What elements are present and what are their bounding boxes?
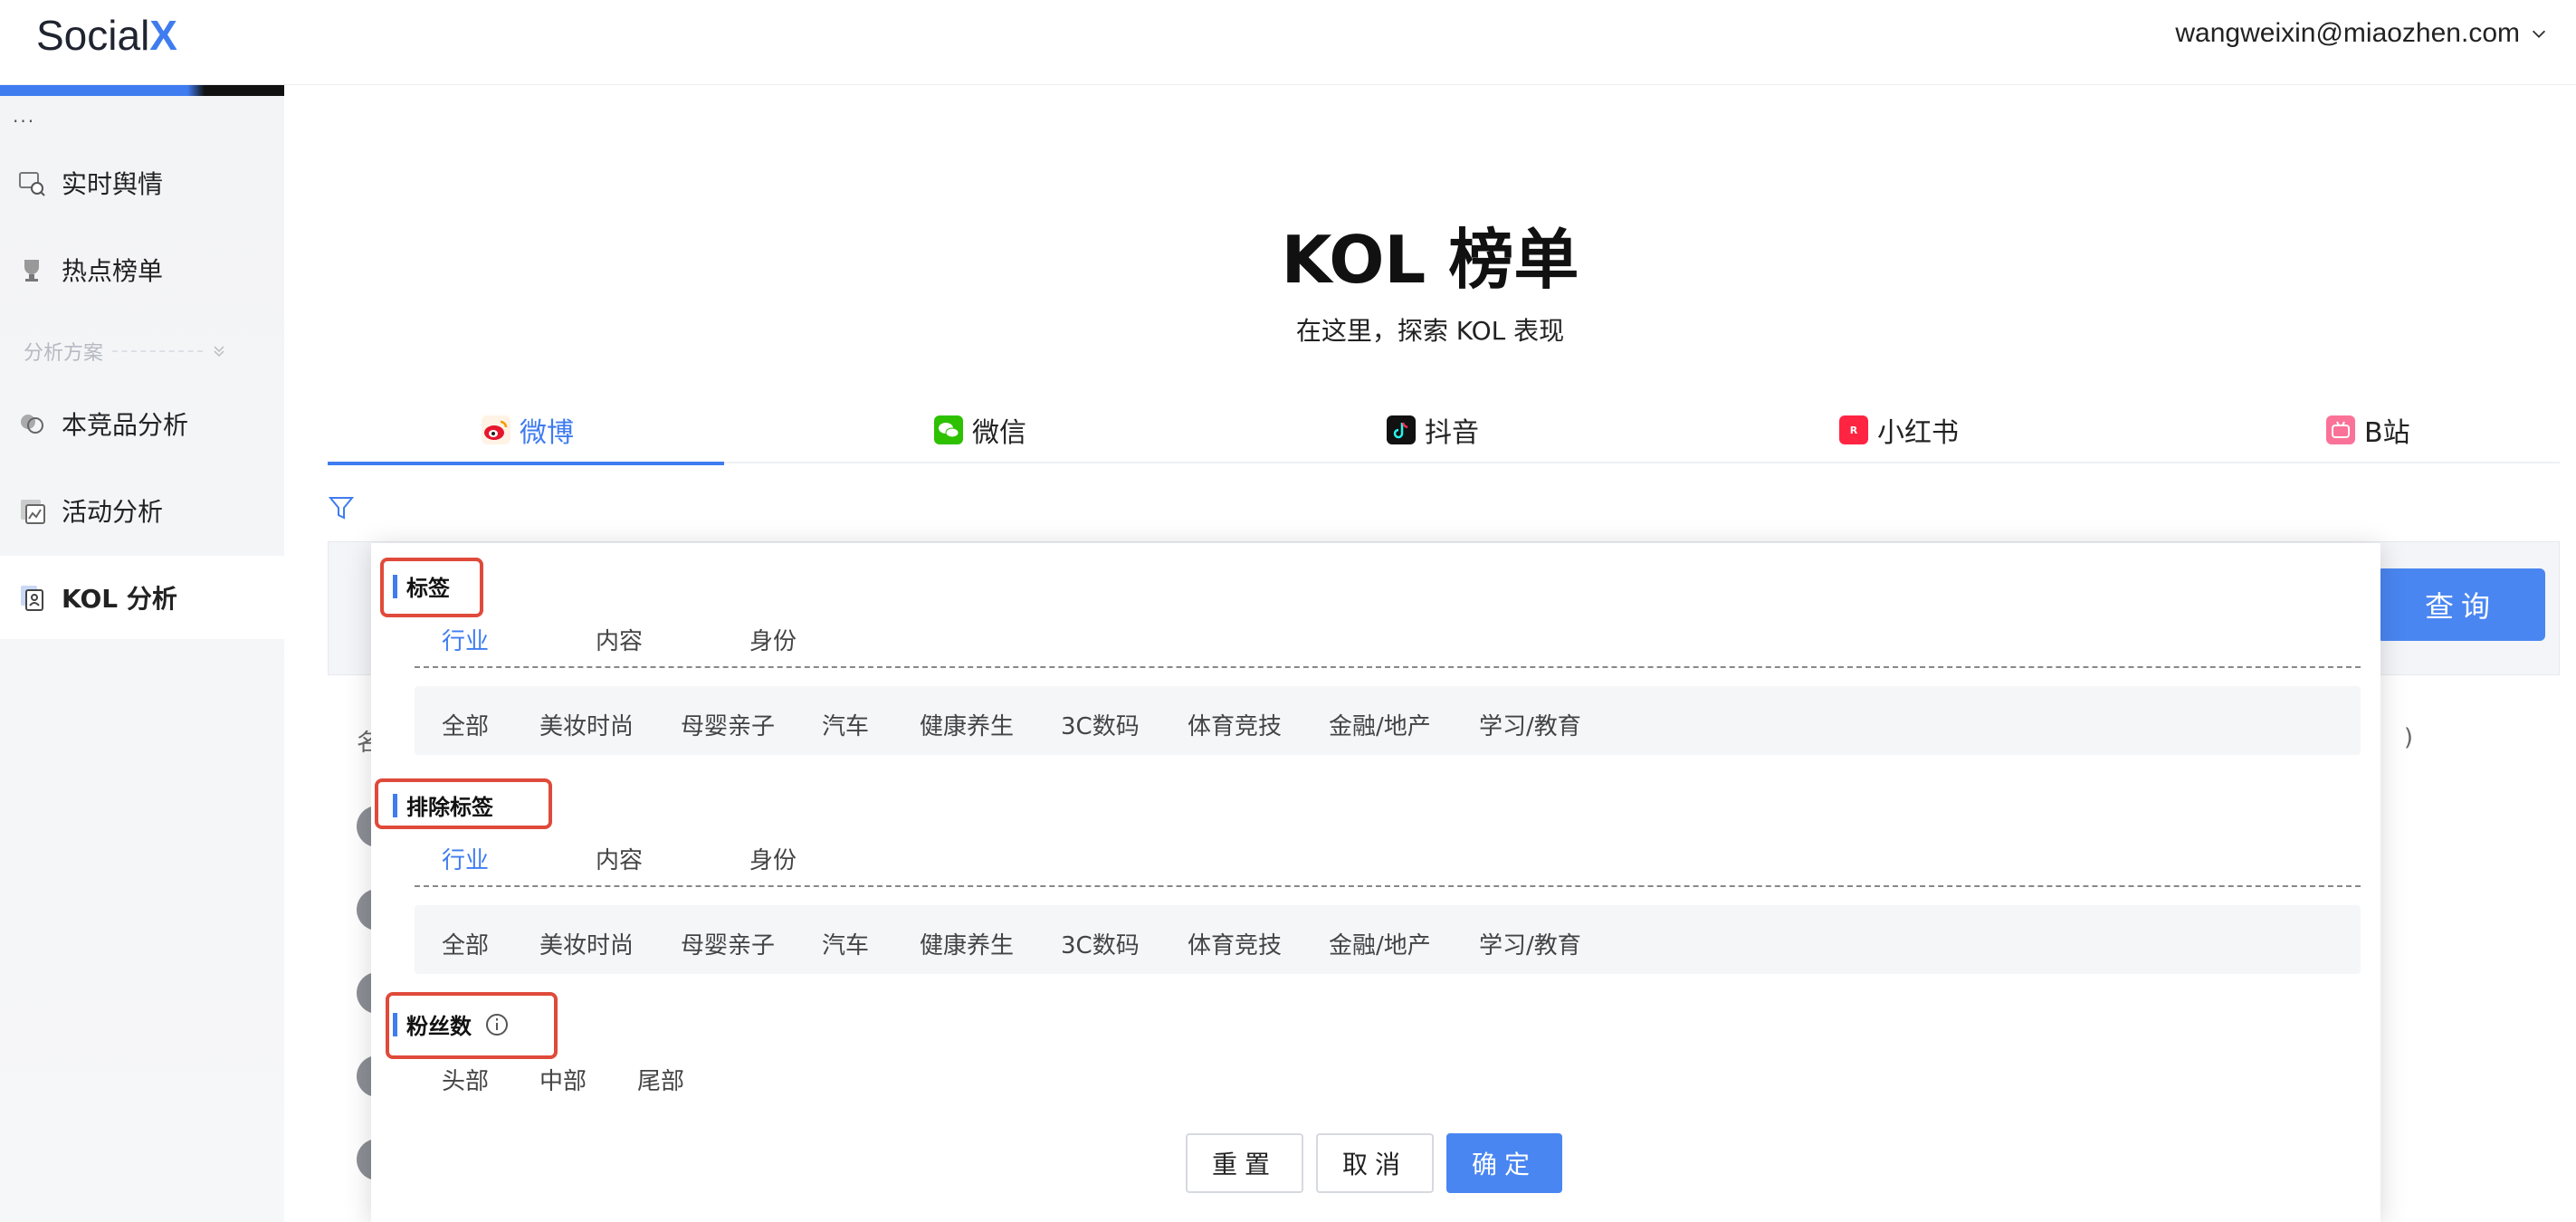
app-root: SocialX wangweixin@miaozhen.com ··· 实时舆情… [0, 0, 2576, 1222]
tag-option[interactable]: 全部 [442, 708, 489, 741]
tab-label: 微博 [520, 417, 574, 449]
xiaohongshu-icon: R [1839, 415, 1868, 444]
tab-douyin[interactable]: 抖音 [1387, 396, 1479, 463]
subtab-identity[interactable]: 身份 [749, 623, 797, 656]
tab-label: 抖音 [1425, 417, 1479, 449]
wechat-icon [934, 415, 963, 444]
active-tab-indicator [328, 462, 724, 465]
tab-label: 微信 [972, 417, 1026, 449]
tags-options: 全部 美妆时尚 母婴亲子 汽车 健康养生 3C数码 体育竞技 金融/地产 学习/… [415, 686, 2361, 755]
sidebar-item-hot[interactable]: 热点榜单 [0, 228, 284, 311]
douyin-icon [1387, 415, 1416, 444]
user-menu[interactable]: wangweixin@miaozhen.com [2175, 18, 2549, 49]
subtab-content[interactable]: 内容 [596, 623, 643, 656]
section-label-text: 分析方案 [24, 342, 104, 365]
exclude-option[interactable]: 3C数码 [1061, 927, 1140, 960]
activity-chart-icon [21, 500, 45, 524]
table-header-partial-right: ) [2403, 724, 2413, 751]
exclude-option[interactable]: 母婴亲子 [681, 927, 775, 960]
exclude-option[interactable]: 健康养生 [920, 927, 1014, 960]
sidebar-item-label: KOL 分析 [62, 584, 177, 614]
tag-option[interactable]: 金融/地产 [1329, 708, 1431, 741]
sidebar-item-activity[interactable]: 活动分析 [0, 469, 284, 552]
monitor-search-icon [19, 172, 45, 196]
exclude-subtabs: 行业 内容 身份 [415, 842, 2361, 887]
sidebar-item-realtime[interactable]: 实时舆情 [0, 141, 284, 224]
fans-option[interactable]: 头部 [442, 1063, 489, 1096]
exclude-option[interactable]: 美妆时尚 [539, 927, 634, 960]
tab-xiaohongshu[interactable]: R 小红书 [1839, 396, 1959, 463]
highlight-box [386, 992, 558, 1059]
exclude-option[interactable]: 学习/教育 [1479, 927, 1581, 960]
highlight-box [380, 558, 483, 617]
tag-option[interactable]: 3C数码 [1061, 708, 1140, 741]
socialx-logo[interactable]: SocialX [36, 11, 177, 60]
page-title: KOL 榜单 [1281, 222, 1579, 298]
subtab-industry[interactable]: 行业 [442, 623, 489, 656]
sidebar-item-label: 活动分析 [62, 497, 164, 527]
tab-bilibili[interactable]: B站 [2326, 396, 2410, 463]
tags-subtabs: 行业 内容 身份 [415, 623, 2361, 668]
logo-x: X [149, 12, 177, 59]
filter-icon[interactable] [328, 494, 355, 521]
kol-doc-icon [21, 586, 43, 611]
sidebar-accent-bar [0, 85, 284, 96]
tab-weibo[interactable]: 微博 [482, 396, 574, 463]
section-divider [112, 350, 204, 352]
sidebar-item-label: 本竞品分析 [62, 410, 189, 440]
user-email: wangweixin@miaozhen.com [2175, 18, 2520, 48]
tab-label: 小红书 [1877, 417, 1959, 449]
page-subtitle: 在这里，探索 KOL 表现 [1295, 316, 1565, 346]
sidebar-item-label: 实时舆情 [62, 169, 164, 199]
exclude-option[interactable]: 全部 [442, 927, 489, 960]
filter-popup: 标签 行业 内容 身份 全部 美妆时尚 母婴亲子 汽车 健康养生 3C数码 体育… [371, 543, 2380, 1222]
tag-option[interactable]: 健康养生 [920, 708, 1014, 741]
sidebar-menu-dots[interactable]: ··· [13, 110, 35, 132]
subtab-content[interactable]: 内容 [596, 842, 643, 875]
subtab-identity[interactable]: 身份 [749, 842, 797, 875]
confirm-button[interactable]: 确定 [1446, 1133, 1562, 1193]
sidebar: ··· 实时舆情 热点榜单 分析方案 本竞品分析 活动分析 KOL 分析 [0, 85, 284, 1222]
trophy-icon [24, 260, 39, 282]
top-header: SocialX wangweixin@miaozhen.com [0, 0, 2576, 85]
exclude-option[interactable]: 体育竞技 [1188, 927, 1282, 960]
tag-option[interactable]: 学习/教育 [1479, 708, 1581, 741]
tag-option[interactable]: 汽车 [822, 708, 869, 741]
sidebar-item-kol[interactable]: KOL 分析 [0, 556, 284, 639]
weibo-icon [482, 415, 510, 444]
tag-option[interactable]: 体育竞技 [1188, 708, 1282, 741]
fans-option[interactable]: 尾部 [637, 1063, 684, 1096]
chevron-down-icon [2532, 30, 2546, 38]
sidebar-item-compete[interactable]: 本竞品分析 [0, 382, 284, 465]
double-chevron-down-icon [214, 346, 224, 358]
tab-wechat[interactable]: 微信 [934, 396, 1026, 463]
platform-tabs: 微博 微信 抖音 R 小红书 B站 [328, 396, 2560, 463]
fans-option[interactable]: 中部 [539, 1063, 587, 1096]
tag-option[interactable]: 母婴亲子 [681, 708, 775, 741]
exclude-option[interactable]: 金融/地产 [1329, 927, 1431, 960]
query-button[interactable]: 查询 [2377, 568, 2545, 641]
bilibili-icon [2326, 415, 2355, 444]
cancel-button[interactable]: 取消 [1316, 1133, 1434, 1193]
highlight-box [375, 778, 552, 829]
exclude-option[interactable]: 汽车 [822, 927, 869, 960]
compare-icon [21, 415, 43, 434]
logo-text: Social [36, 12, 150, 59]
subtab-industry[interactable]: 行业 [442, 842, 489, 875]
tab-label: B站 [2364, 417, 2410, 449]
exclude-options: 全部 美妆时尚 母婴亲子 汽车 健康养生 3C数码 体育竞技 金融/地产 学习/… [415, 905, 2361, 974]
tag-option[interactable]: 美妆时尚 [539, 708, 634, 741]
sidebar-item-label: 热点榜单 [62, 256, 164, 286]
section-label-analysis[interactable]: 分析方案 [24, 337, 226, 366]
reset-button[interactable]: 重置 [1186, 1133, 1303, 1193]
